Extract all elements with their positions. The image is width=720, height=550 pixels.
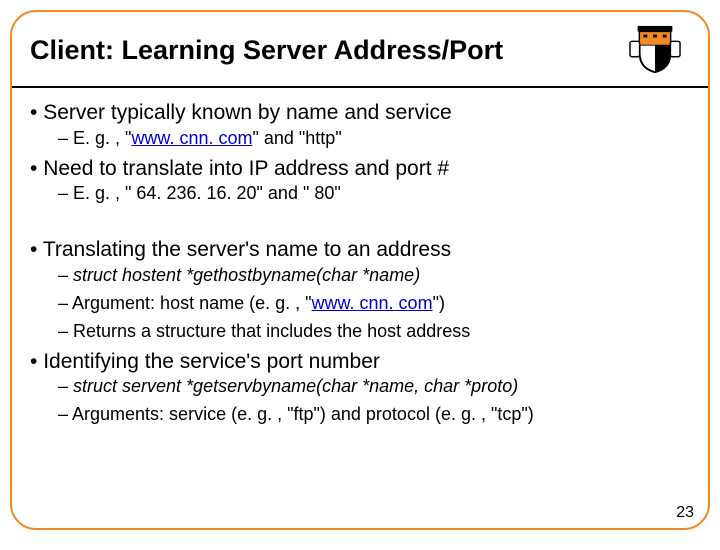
- bullet-2-sub-1: – E. g. , " 64. 236. 16. 20" and " 80": [58, 183, 690, 205]
- bullet-1-text: Server typically known by name and servi…: [43, 101, 452, 124]
- bullet-4-sub-1: – struct servent *getservbyname(char *na…: [58, 376, 690, 398]
- spacer: [30, 211, 690, 231]
- link-cnn-1[interactable]: www. cnn. com: [131, 128, 252, 148]
- text: – E. g. , ": [58, 128, 131, 148]
- slide-title: Client: Learning Server Address/Port: [30, 35, 626, 66]
- slide-frame: Client: Learning Server Address/Port • S…: [10, 10, 710, 530]
- slide-body: • Server typically known by name and ser…: [12, 88, 708, 426]
- text: "): [433, 293, 445, 313]
- page-number: 23: [676, 504, 694, 522]
- link-cnn-2[interactable]: www. cnn. com: [312, 293, 433, 313]
- bullet-3-sub-2: – Argument: host name (e. g. , "www. cnn…: [58, 293, 690, 315]
- bullet-4-text: Identifying the service's port number: [43, 350, 380, 373]
- bullet-3-text: Translating the server's name to an addr…: [43, 238, 451, 261]
- text: " and "http": [252, 128, 341, 148]
- bullet-4: • Identifying the service's port number: [30, 349, 690, 375]
- princeton-shield-icon: [626, 24, 684, 76]
- bullet-3-sub-1: – struct hostent *gethostbyname(char *na…: [58, 265, 690, 287]
- bullet-2: • Need to translate into IP address and …: [30, 156, 690, 182]
- bullet-1-sub-1: – E. g. , "www. cnn. com" and "http": [58, 128, 690, 150]
- bullet-1: • Server typically known by name and ser…: [30, 100, 690, 126]
- text: – Argument: host name (e. g. , ": [58, 293, 312, 313]
- title-bar: Client: Learning Server Address/Port: [12, 12, 708, 88]
- bullet-4-sub-2: – Arguments: service (e. g. , "ftp") and…: [58, 404, 690, 426]
- bullet-2-text: Need to translate into IP address and po…: [43, 157, 449, 180]
- bullet-3: • Translating the server's name to an ad…: [30, 237, 690, 263]
- bullet-3-sub-3: – Returns a structure that includes the …: [58, 321, 690, 343]
